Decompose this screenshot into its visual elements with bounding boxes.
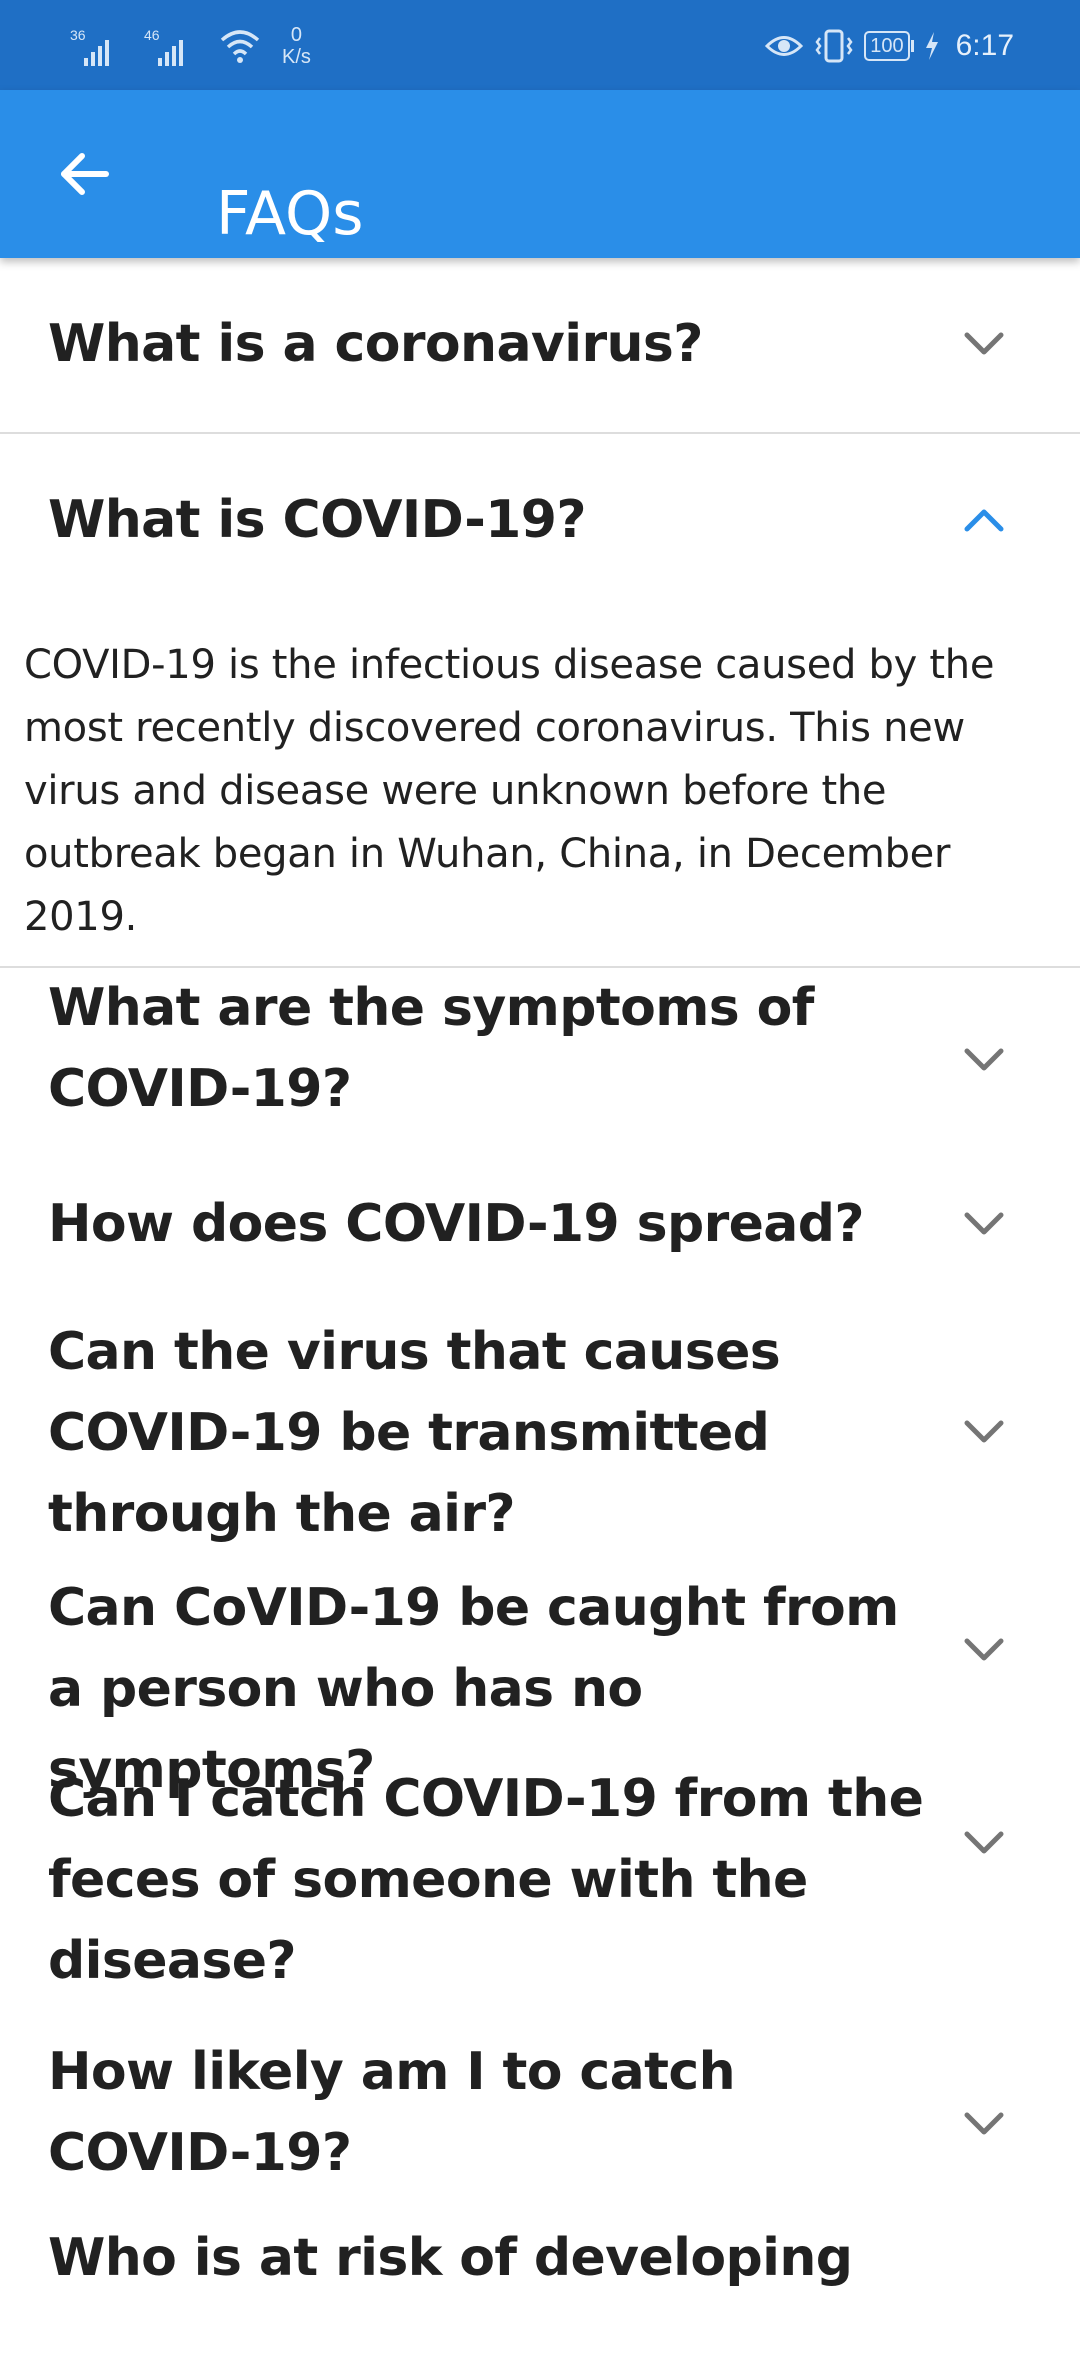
status-right: 100 6:17: [764, 20, 1014, 72]
chevron-down-icon: [964, 1831, 1004, 1854]
expand-button[interactable]: [948, 1614, 1020, 1686]
chevron-down-icon: [964, 332, 1004, 355]
faq-item[interactable]: Can CoVID-19 be caught from a person who…: [0, 1568, 1080, 1800]
expand-button[interactable]: [948, 2088, 1020, 2160]
cell-signal-icon-2: 46: [144, 24, 204, 68]
faq-question: Can the virus that causes COVID-19 be tr…: [48, 1322, 781, 1544]
faq-item[interactable]: What are the symptoms of COVID-19?: [0, 968, 1080, 1184]
faq-question: How does COVID-19 spread?: [48, 1194, 865, 1254]
faq-question: What is COVID-19?: [48, 490, 587, 550]
status-bar: 36 46 0 K/s 100 6:17: [0, 0, 1080, 90]
chevron-down-icon: [964, 2112, 1004, 2135]
expand-button[interactable]: [948, 1807, 1020, 1879]
faq-item[interactable]: Can the virus that causes COVID-19 be tr…: [0, 1312, 1080, 1568]
status-left: 36 46 0 K/s: [70, 18, 311, 74]
chevron-down-icon: [964, 1638, 1004, 1661]
expand-button[interactable]: [948, 1024, 1020, 1096]
faq-question: How likely am I to catch COVID-19?: [48, 2042, 736, 2183]
back-button[interactable]: [44, 134, 124, 214]
chevron-down-icon: [964, 1212, 1004, 1235]
faq-item[interactable]: What is a coronavirus?: [0, 258, 1080, 434]
expand-button[interactable]: [948, 308, 1020, 380]
chevron-down-icon: [964, 1420, 1004, 1443]
arrow-back-icon: [61, 153, 109, 195]
collapse-button[interactable]: [948, 484, 1020, 556]
expand-button[interactable]: [948, 1188, 1020, 1260]
clock: 6:17: [955, 29, 1014, 62]
network-speed: 0 K/s: [282, 24, 311, 68]
faq-question: What is a coronavirus?: [48, 314, 703, 374]
battery-icon: 100: [864, 31, 914, 61]
faq-question: Who is at risk of developing: [48, 2228, 853, 2288]
faq-question: Can I catch COVID-19 from the feces of s…: [48, 1769, 924, 1991]
faq-item[interactable]: How does COVID-19 spread?: [0, 1184, 1080, 1312]
expand-button[interactable]: [948, 1396, 1020, 1468]
page-title: FAQs: [216, 179, 364, 250]
cell-signal-icon: 36: [70, 24, 130, 68]
faq-item[interactable]: Can I catch COVID-19 from the feces of s…: [0, 1759, 1080, 2032]
chevron-up-icon: [964, 509, 1004, 532]
charging-icon: [925, 32, 938, 60]
app-bar: FAQs: [0, 90, 1080, 258]
faq-item[interactable]: How likely am I to catch COVID-19?: [0, 2032, 1080, 2218]
wifi-icon: [220, 30, 260, 63]
faq-item-expanded[interactable]: What is COVID-19? COVID-19 is the infect…: [0, 434, 1080, 968]
faq-item[interactable]: Who is at risk of developing: [0, 2218, 1080, 2358]
faq-answer: COVID-19 is the infectious disease cause…: [24, 642, 995, 940]
faq-list: What is a coronavirus? What is COVID-19?…: [0, 258, 1080, 2358]
vibrate-icon: [815, 29, 853, 63]
chevron-down-icon: [964, 1048, 1004, 1071]
eye-icon: [765, 36, 804, 56]
faq-question: What are the symptoms of COVID-19?: [48, 978, 814, 1119]
